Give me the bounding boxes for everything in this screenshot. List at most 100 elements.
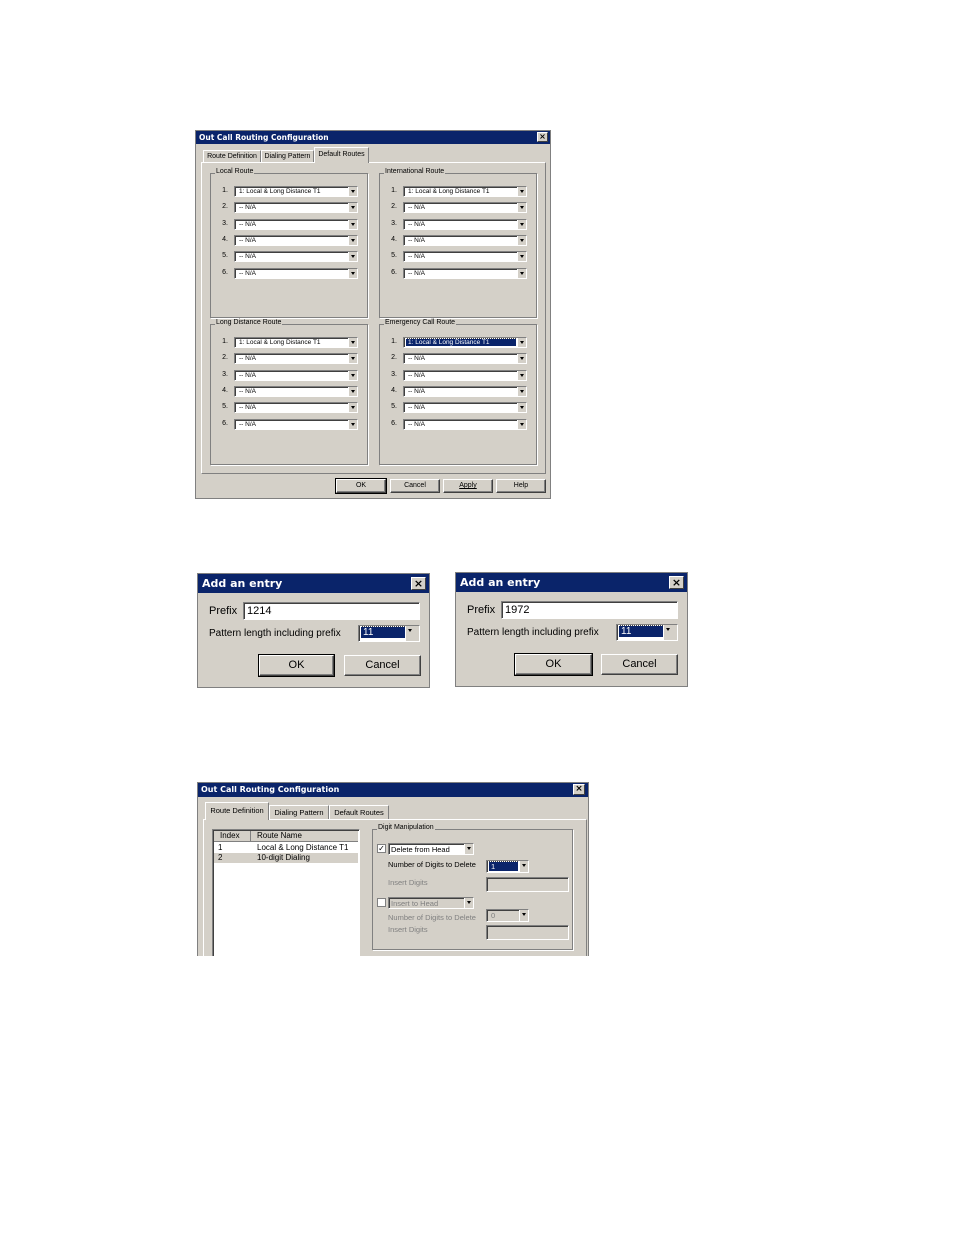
international-route-select-2[interactable]: -- N/A: [403, 202, 527, 213]
chevron-down-icon[interactable]: [348, 420, 357, 429]
international-route-select-4[interactable]: -- N/A: [403, 235, 527, 246]
ok-button[interactable]: OK: [258, 654, 335, 677]
route-priority-label: 4.: [391, 236, 397, 243]
chevron-down-icon[interactable]: [405, 626, 419, 641]
local-route-select-2[interactable]: -- N/A: [234, 202, 358, 213]
list-item[interactable]: 1 Local & Long Distance T1: [214, 843, 358, 853]
ok-button[interactable]: OK: [335, 478, 387, 494]
route-priority-label: 1.: [391, 187, 397, 194]
delete-mode-select[interactable]: Delete from Head: [388, 843, 474, 855]
chevron-down-icon[interactable]: [517, 203, 526, 212]
apply-button[interactable]: Apply: [443, 479, 493, 493]
chevron-down-icon[interactable]: [517, 354, 526, 363]
close-icon[interactable]: ×: [411, 577, 426, 590]
tab-dialing-pattern[interactable]: Dialing Pattern: [269, 805, 329, 819]
route-priority-label: 6.: [222, 420, 228, 427]
chevron-down-icon[interactable]: [464, 844, 473, 854]
insert-mode-select[interactable]: Insert to Head: [388, 897, 474, 909]
chevron-down-icon[interactable]: [348, 203, 357, 212]
emergency-route-select-4[interactable]: -- N/A: [403, 386, 527, 397]
column-header-route-name[interactable]: Route Name: [257, 831, 302, 840]
prefix-input[interactable]: 1972: [501, 601, 678, 619]
help-button[interactable]: Help: [496, 479, 546, 493]
chevron-down-icon[interactable]: [517, 403, 526, 412]
chevron-down-icon[interactable]: [348, 387, 357, 396]
tab-dialing-pattern[interactable]: Dialing Pattern: [261, 150, 314, 162]
local-route-select-5[interactable]: -- N/A: [234, 251, 358, 262]
local-route-select-1[interactable]: 1: Local & Long Distance T1: [234, 186, 358, 197]
close-icon[interactable]: ×: [573, 784, 585, 795]
chevron-down-icon[interactable]: [348, 371, 357, 380]
international-route-select-3[interactable]: -- N/A: [403, 219, 527, 230]
num-digits-select[interactable]: 1: [486, 860, 529, 873]
chevron-down-icon[interactable]: [517, 269, 526, 278]
num-digits-select-2[interactable]: 0: [486, 909, 529, 922]
insert-checkbox[interactable]: [377, 898, 386, 907]
chevron-down-icon[interactable]: [517, 420, 526, 429]
local-route-select-3[interactable]: -- N/A: [234, 219, 358, 230]
insert-digits-input[interactable]: [486, 877, 569, 892]
emergency-route-select-6[interactable]: -- N/A: [403, 419, 527, 430]
cancel-button[interactable]: Cancel: [390, 479, 440, 493]
chevron-down-icon[interactable]: [348, 338, 357, 347]
route-select-value: -- N/A: [239, 221, 256, 228]
chevron-down-icon[interactable]: [348, 252, 357, 261]
chevron-down-icon[interactable]: [517, 338, 526, 347]
chevron-down-icon[interactable]: [348, 269, 357, 278]
route-select-value: -- N/A: [408, 355, 425, 362]
list-item[interactable]: 2 10-digit Dialing: [214, 853, 358, 863]
pattern-length-label: Pattern length including prefix: [209, 628, 341, 639]
tab-default-routes[interactable]: Default Routes: [314, 147, 369, 163]
tab-default-routes[interactable]: Default Routes: [329, 805, 389, 819]
pattern-length-select[interactable]: 11: [358, 625, 420, 642]
longdistance-route-select-5[interactable]: -- N/A: [234, 402, 358, 413]
route-select-value: -- N/A: [408, 372, 425, 379]
tab-route-definition[interactable]: Route Definition: [205, 802, 269, 820]
route-list[interactable]: Index Route Name 1 Local & Long Distance…: [212, 829, 360, 956]
chevron-down-icon[interactable]: [517, 387, 526, 396]
button-label: Cancel: [365, 659, 400, 671]
cancel-button[interactable]: Cancel: [601, 654, 678, 675]
longdistance-route-select-1[interactable]: 1: Local & Long Distance T1: [234, 337, 358, 348]
emergency-route-select-3[interactable]: -- N/A: [403, 370, 527, 381]
column-header-index[interactable]: Index: [220, 831, 240, 840]
chevron-down-icon[interactable]: [348, 354, 357, 363]
chevron-down-icon[interactable]: [663, 625, 677, 640]
chevron-down-icon[interactable]: [519, 910, 528, 921]
insert-digits-input-2[interactable]: [486, 925, 569, 940]
local-route-select-4[interactable]: -- N/A: [234, 235, 358, 246]
local-route-select-6[interactable]: -- N/A: [234, 268, 358, 279]
pattern-length-label: Pattern length including prefix: [467, 627, 599, 638]
chevron-down-icon[interactable]: [348, 403, 357, 412]
chevron-down-icon[interactable]: [517, 220, 526, 229]
route-priority-label: 1.: [391, 338, 397, 345]
chevron-down-icon[interactable]: [348, 220, 357, 229]
chevron-down-icon[interactable]: [517, 187, 526, 196]
international-route-select-6[interactable]: -- N/A: [403, 268, 527, 279]
chevron-down-icon[interactable]: [464, 898, 473, 908]
longdistance-route-select-6[interactable]: -- N/A: [234, 419, 358, 430]
emergency-route-select-2[interactable]: -- N/A: [403, 353, 527, 364]
route-priority-label: 3.: [222, 220, 228, 227]
emergency-route-select-1[interactable]: 1: Local & Long Distance T1: [403, 337, 527, 348]
chevron-down-icon[interactable]: [348, 236, 357, 245]
pattern-length-select[interactable]: 11: [616, 624, 678, 641]
chevron-down-icon[interactable]: [348, 187, 357, 196]
longdistance-route-select-2[interactable]: -- N/A: [234, 353, 358, 364]
emergency-route-select-5[interactable]: -- N/A: [403, 402, 527, 413]
close-icon[interactable]: ×: [537, 132, 548, 142]
longdistance-route-select-3[interactable]: -- N/A: [234, 370, 358, 381]
chevron-down-icon[interactable]: [517, 252, 526, 261]
cancel-button[interactable]: Cancel: [344, 655, 421, 676]
chevron-down-icon[interactable]: [517, 371, 526, 380]
delete-checkbox[interactable]: ✓: [377, 844, 386, 853]
international-route-select-5[interactable]: -- N/A: [403, 251, 527, 262]
chevron-down-icon[interactable]: [519, 861, 528, 872]
tab-route-definition[interactable]: Route Definition: [203, 150, 261, 162]
international-route-select-1[interactable]: 1: Local & Long Distance T1: [403, 186, 527, 197]
prefix-input[interactable]: 1214: [243, 602, 420, 620]
ok-button[interactable]: OK: [514, 653, 593, 676]
close-icon[interactable]: ×: [669, 576, 684, 589]
chevron-down-icon[interactable]: [517, 236, 526, 245]
longdistance-route-select-4[interactable]: -- N/A: [234, 386, 358, 397]
